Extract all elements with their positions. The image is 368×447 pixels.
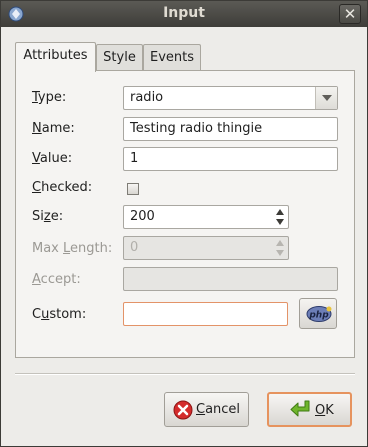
- tab-label: Events: [149, 50, 194, 65]
- type-value: radio: [130, 90, 164, 105]
- size-value: 200: [130, 209, 155, 224]
- ok-button[interactable]: OK: [267, 392, 352, 427]
- window-title: Input: [163, 5, 205, 21]
- max-length-label: Max Length:: [32, 241, 113, 256]
- tab-style[interactable]: Style: [96, 44, 143, 71]
- size-label: Size:: [32, 209, 64, 224]
- chevron-down-icon: [322, 95, 332, 101]
- size-spinbox[interactable]: 200: [123, 205, 289, 229]
- name-value: Testing radio thingie: [130, 121, 263, 136]
- title-bar[interactable]: Input ✕: [1, 1, 367, 27]
- value-label: Value:: [32, 151, 73, 166]
- php-icon: php: [306, 306, 332, 322]
- checked-label: Checked:: [32, 180, 93, 195]
- accept-label: Accept:: [32, 272, 81, 287]
- value-value: 1: [130, 151, 139, 166]
- custom-input[interactable]: [123, 302, 288, 326]
- size-stepper[interactable]: [273, 207, 287, 227]
- ok-arrow-icon: [290, 400, 310, 417]
- dialog-window: Input ✕ Attributes Style Events Type: ra…: [0, 0, 368, 447]
- tab-attributes[interactable]: Attributes: [15, 42, 96, 72]
- spin-down-icon[interactable]: [275, 218, 285, 226]
- value-input[interactable]: 1: [123, 147, 338, 171]
- php-button[interactable]: php: [299, 298, 337, 329]
- ok-label: OK: [315, 403, 334, 418]
- spin-up-icon[interactable]: [275, 208, 285, 216]
- max-length-value: 0: [130, 240, 139, 255]
- tab-events[interactable]: Events: [143, 44, 201, 71]
- cancel-icon: [173, 400, 193, 420]
- accept-input: [123, 267, 338, 291]
- max-length-spinbox: 0: [123, 236, 289, 260]
- custom-label: Custom:: [32, 307, 87, 322]
- php-icon-text: php: [308, 311, 329, 321]
- close-button[interactable]: ✕: [339, 4, 361, 24]
- combo-dropdown-button[interactable]: [315, 87, 337, 109]
- close-icon: ✕: [343, 5, 357, 23]
- separator: [15, 373, 355, 375]
- tab-label: Attributes: [23, 48, 88, 63]
- spin-up-icon: [276, 240, 284, 246]
- tab-label: Style: [103, 50, 136, 65]
- type-combobox[interactable]: radio: [123, 86, 338, 110]
- name-input[interactable]: Testing radio thingie: [123, 117, 338, 141]
- cancel-button[interactable]: Cancel: [164, 392, 249, 427]
- max-length-stepper: [273, 238, 287, 258]
- cancel-label: Cancel: [196, 402, 241, 417]
- name-label: Name:: [32, 121, 75, 136]
- spin-down-icon: [276, 250, 284, 256]
- type-label: Type:: [32, 90, 67, 105]
- checked-checkbox[interactable]: [127, 183, 139, 195]
